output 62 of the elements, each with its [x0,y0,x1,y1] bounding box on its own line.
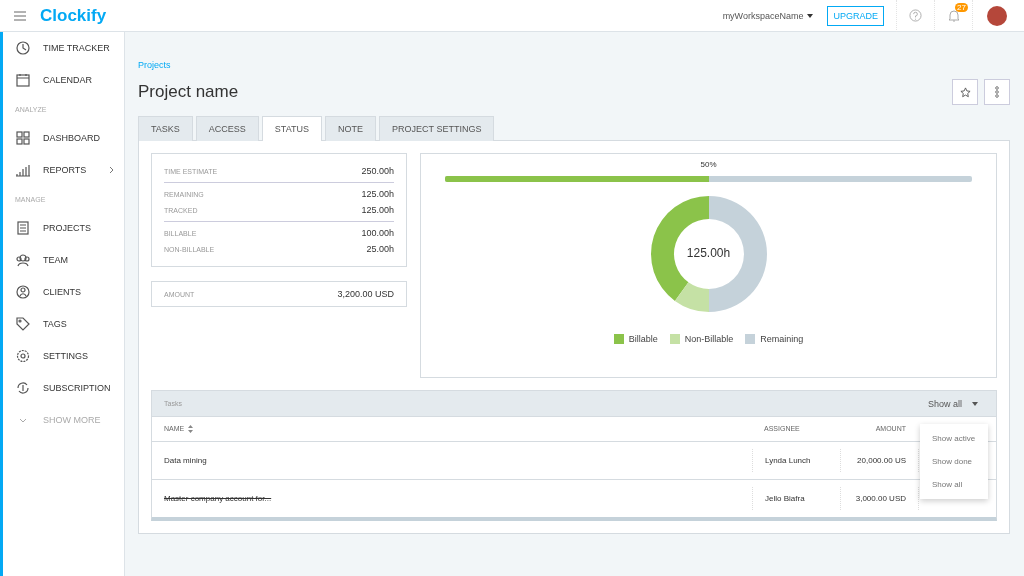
tab[interactable]: NOTE [325,116,377,141]
tab[interactable]: ACCESS [195,116,259,141]
table-cell: Jello Biafra [752,487,840,510]
tag-icon [16,317,30,331]
more-options-button[interactable] [984,79,1010,105]
workspace-selector[interactable]: myWorkspaceName [722,10,814,21]
bell-icon[interactable] [947,9,960,22]
donut-total: 125.00h [685,246,732,260]
notification-count: 27 [955,2,968,12]
sidebar-item[interactable]: CLIENTS [3,276,124,308]
table-cell: 20,000.00 US [840,449,918,472]
bar-chart-icon [16,163,30,177]
calendar-icon [16,73,30,87]
sidebar-item[interactable]: SETTINGS [3,340,124,372]
amount-value: 3,200.00 USD [337,289,394,299]
legend-item: Billable [613,334,658,344]
filter-dropdown[interactable]: Show all [921,397,984,410]
settings-icon [16,349,30,363]
person-circle-icon [16,285,30,299]
document-icon [16,221,30,235]
clock-icon [16,41,30,55]
sidebar-item[interactable]: DASHBOARD [3,122,124,154]
summary-value: 125.00h [361,205,394,215]
table-cell: Lynda Lunch [752,449,840,472]
summary-value: 125.00h [361,189,394,199]
tab[interactable]: TASKS [138,116,193,141]
menu-item[interactable]: Show done [920,450,988,473]
sidebar-item[interactable]: SUBSCRIPTION [3,372,124,404]
sidebar-item[interactable]: TEAM [3,244,124,276]
sidebar-item[interactable]: TIME TRACKER [3,32,124,64]
favorite-button[interactable] [952,79,978,105]
menu-item[interactable]: Show all [920,473,988,496]
tab[interactable]: PROJECT SETTINGS [379,116,495,141]
chevron-right-icon [109,166,114,174]
chevron-down-icon [19,417,27,423]
sort-icon[interactable] [188,425,194,433]
summary-value: 250.00h [361,166,394,176]
legend-item: Remaining [745,334,804,344]
logo: Clockify [40,5,107,26]
caret-icon [807,13,814,18]
page-title: Project name [138,82,239,102]
sidebar-item[interactable]: REPORTS [3,154,124,186]
summary-value: 25.00h [366,244,394,254]
task-name[interactable]: Data mining [152,449,752,472]
caret-icon [972,401,978,406]
sidebar-item[interactable]: CALENDAR [3,64,124,96]
progress-percent: 50% [700,160,717,169]
legend-item: Non-Billable [669,334,734,344]
task-name[interactable]: Master company account for... [152,487,752,510]
help-icon[interactable] [909,9,922,22]
table-cell: 3,000.00 USD [840,487,918,510]
tab[interactable]: STATUS [261,116,323,141]
people-icon [16,253,30,267]
sidebar-item[interactable]: PROJECTS [3,212,124,244]
star-icon [959,86,971,98]
menu-item[interactable]: Show active [920,427,988,450]
vertical-dots-icon [995,86,999,98]
avatar[interactable] [986,5,1007,26]
sidebar-item[interactable]: TAGS [3,308,124,340]
grid-icon [16,131,30,145]
summary-value: 100.00h [361,228,394,238]
menu-icon[interactable] [14,10,26,21]
